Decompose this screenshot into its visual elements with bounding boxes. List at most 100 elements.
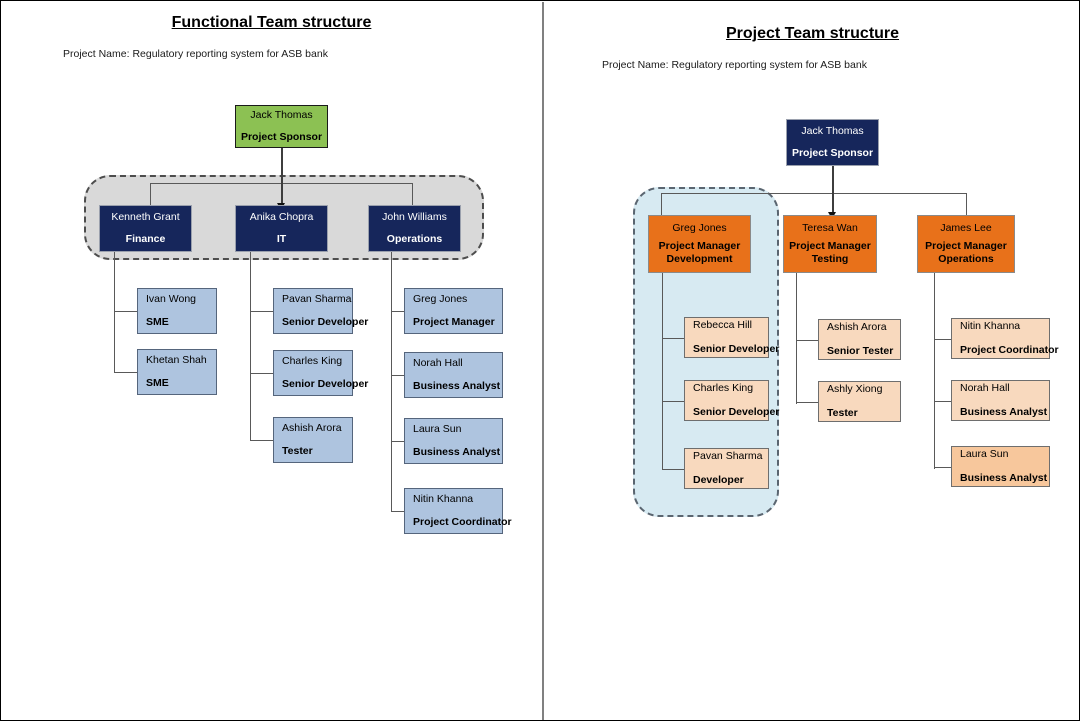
node-role-secondary: Operations (938, 253, 994, 266)
node-role: Project Coordinator (413, 516, 512, 528)
node-staff-laura-sun[interactable]: Laura Sun Business Analyst (404, 418, 503, 464)
node-staff-ashish-arora[interactable]: Ashish Arora Tester (273, 417, 353, 463)
node-role: Senior Developer (282, 316, 369, 328)
node-manager-teresa-wan[interactable]: Teresa Wan Project Manager Testing (783, 215, 877, 273)
connector-managers-bar (661, 193, 967, 195)
node-sponsor-jack-thomas[interactable]: Jack Thomas Project Sponsor (786, 119, 879, 166)
node-staff-norah-hall[interactable]: Norah Hall Business Analyst (951, 380, 1050, 421)
diagram-page: Functional Team structure Project Name: … (0, 0, 1080, 721)
connector-stub-norah-hall (391, 375, 404, 377)
node-name: Charles King (282, 354, 343, 367)
connector-stub-laura-sun (391, 441, 404, 443)
node-staff-ivan-wong[interactable]: Ivan Wong SME (137, 288, 217, 334)
node-name: Pavan Sharma (282, 292, 352, 305)
node-name: Ashish Arora (282, 421, 342, 434)
connector-trunk-it (250, 252, 252, 441)
node-name: James Lee (940, 221, 992, 234)
node-role: Project Manager (413, 316, 495, 328)
node-role: Developer (693, 473, 744, 486)
node-role: Business Analyst (413, 446, 501, 458)
node-manager-anika-chopra[interactable]: Anika Chopra IT (235, 205, 328, 252)
node-staff-khetan-shah[interactable]: Khetan Shah SME (137, 349, 217, 395)
node-staff-ashish-arora[interactable]: Ashish Arora Senior Tester (818, 319, 901, 360)
right-chart-title: Project Team structure (725, 25, 900, 42)
node-role: Tester (282, 445, 313, 457)
node-role: SME (146, 377, 169, 389)
node-staff-laura-sun[interactable]: Laura Sun Business Analyst (951, 446, 1050, 487)
node-staff-rebecca-hill[interactable]: Rebecca Hill Senior Developer (684, 317, 779, 358)
node-staff-greg-jones[interactable]: Greg Jones Project Manager (404, 288, 503, 334)
node-staff-pavan-sharma[interactable]: Pavan Sharma Senior Developer (273, 288, 368, 334)
node-role: Project Manager (658, 239, 741, 252)
node-staff-norah-hall[interactable]: Norah Hall Business Analyst (404, 352, 503, 398)
node-role: Operations (386, 233, 443, 245)
node-role: Tester (827, 406, 858, 419)
node-role: Project Sponsor (791, 147, 874, 159)
node-name: Pavan Sharma (693, 450, 763, 463)
node-role: IT (276, 233, 287, 245)
node-name: Nitin Khanna (960, 320, 1021, 333)
connector-stub-laura-sun (934, 467, 951, 469)
connector-stub-norah-hall (934, 401, 951, 403)
node-staff-charles-king[interactable]: Charles King Senior Developer (684, 380, 779, 421)
node-name: Norah Hall (413, 356, 463, 369)
node-name: Laura Sun (960, 448, 1009, 461)
node-name: Anika Chopra (249, 210, 314, 223)
node-name: John Williams (382, 210, 447, 223)
node-staff-charles-king[interactable]: Charles King Senior Developer (273, 350, 368, 396)
node-role: Senior Tester (827, 344, 894, 357)
connector-sponsor-stem (281, 148, 283, 205)
connector-stub-nitin-khanna (934, 339, 951, 341)
node-manager-greg-jones[interactable]: Greg Jones Project Manager Development (648, 215, 751, 273)
connector-stub-charles-king (662, 401, 684, 403)
node-name: Greg Jones (672, 221, 727, 234)
node-staff-pavan-sharma[interactable]: Pavan Sharma Developer (684, 448, 769, 489)
node-staff-ashly-xiong[interactable]: Ashly Xiong Tester (818, 381, 901, 422)
left-chart-title: Functional Team structure (171, 14, 372, 31)
node-name: Greg Jones (413, 292, 468, 305)
connector-drop-operations (412, 183, 414, 205)
node-name: Rebecca Hill (693, 319, 752, 332)
connector-stub-ashish-arora (250, 440, 273, 442)
node-role: Project Manager (925, 239, 1007, 252)
node-role: Senior Developer (282, 378, 369, 390)
node-name: Teresa Wan (802, 221, 858, 234)
node-sponsor-jack-thomas[interactable]: Jack Thomas Project Sponsor (235, 105, 328, 148)
connector-stub-charles-king (250, 373, 273, 375)
project-team-panel: Project Team structure Project Name: Reg… (544, 1, 1079, 720)
connector-trunk-testing (796, 273, 798, 404)
node-manager-james-lee[interactable]: James Lee Project Manager Operations (917, 215, 1015, 273)
connector-stub-khetan-shah (114, 372, 137, 374)
node-name: Ivan Wong (146, 292, 197, 305)
node-staff-nitin-khanna[interactable]: Nitin Khanna Project Coordinator (404, 488, 512, 534)
node-role: SME (146, 316, 169, 328)
node-name: Charles King (693, 382, 754, 395)
connector-stub-ivan-wong (114, 311, 137, 313)
node-name: Nitin Khanna (413, 492, 474, 505)
connector-stub-ashish-arora (796, 340, 818, 342)
connector-stub-ashly-xiong (796, 402, 818, 404)
functional-team-panel: Functional Team structure Project Name: … (1, 1, 542, 720)
node-name: Khetan Shah (146, 353, 207, 366)
node-role: Business Analyst (413, 380, 501, 392)
node-name: Laura Sun (413, 422, 462, 435)
connector-trunk-finance (114, 252, 116, 373)
node-role: Business Analyst (960, 405, 1048, 418)
node-role: Project Coordinator (960, 343, 1059, 356)
connector-stub-nitin-khanna (391, 511, 404, 513)
connector-drop-development (661, 193, 663, 215)
connector-sponsor-stem (832, 166, 834, 214)
node-manager-john-williams[interactable]: John Williams Operations (368, 205, 461, 252)
right-project-name: Project Name: Regulatory reporting syste… (602, 59, 867, 71)
node-staff-nitin-khanna[interactable]: Nitin Khanna Project Coordinator (951, 318, 1059, 359)
node-role: Business Analyst (960, 471, 1048, 484)
node-role: Project Sponsor (240, 131, 323, 143)
node-name: Ashly Xiong (827, 383, 883, 396)
node-role-secondary: Testing (811, 253, 849, 266)
node-manager-kenneth-grant[interactable]: Kenneth Grant Finance (99, 205, 192, 252)
left-project-name: Project Name: Regulatory reporting syste… (63, 48, 328, 60)
connector-stub-pavan-sharma (662, 469, 684, 471)
connector-stub-pavan-sharma (250, 311, 273, 313)
node-name: Ashish Arora (827, 321, 887, 334)
connector-drop-finance (150, 183, 152, 205)
